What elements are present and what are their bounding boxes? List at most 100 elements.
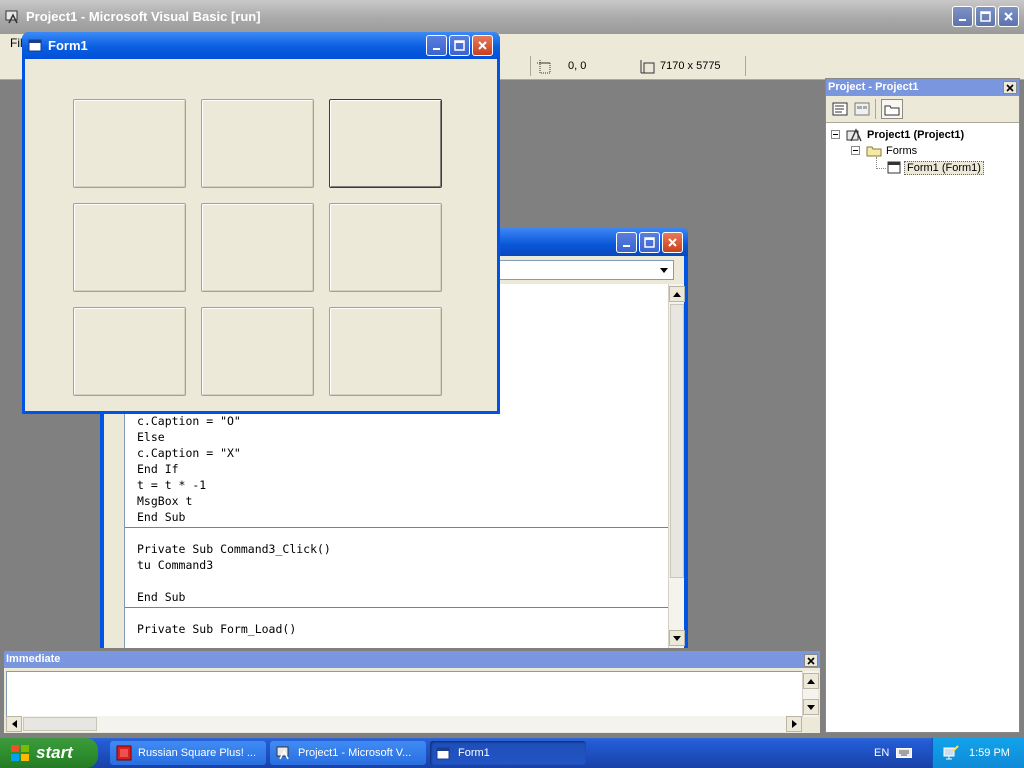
close-icon [1004, 12, 1013, 21]
toggle-folders-button[interactable] [881, 99, 903, 119]
form-icon [436, 747, 450, 759]
size-readout: 7170 x 5775 [660, 60, 721, 72]
scroll-right-icon[interactable] [786, 716, 802, 732]
form1-client-area [25, 59, 497, 411]
clock[interactable]: 1:59 PM [969, 747, 1010, 759]
scroll-down-icon[interactable] [803, 699, 819, 715]
size-icon [640, 59, 656, 75]
keyboard-icon[interactable] [896, 747, 912, 759]
procedure-separator [125, 607, 669, 608]
code-line: End Sub [137, 510, 186, 524]
form1-minimize-button[interactable] [426, 35, 447, 56]
task-vb-ide[interactable]: Project1 - Microsoft V... [270, 741, 426, 765]
code-maximize-button[interactable] [639, 232, 660, 253]
immediate-window: Immediate [4, 651, 820, 733]
scroll-thumb[interactable] [23, 717, 97, 731]
scroll-up-icon[interactable] [803, 673, 819, 689]
ide-title-bar: Project1 - Microsoft Visual Basic [run] [0, 0, 1024, 34]
minimize-icon [432, 47, 440, 50]
code-line: End Sub [137, 590, 186, 604]
project-icon [846, 127, 863, 142]
game-app-icon [116, 745, 132, 761]
close-icon [478, 41, 487, 50]
ide-maximize-button[interactable] [975, 6, 996, 27]
minimize-icon [622, 244, 630, 247]
code-line: Else [137, 430, 165, 444]
task-form1[interactable]: Form1 [430, 741, 586, 765]
project-explorer-close-button[interactable] [1003, 81, 1017, 94]
toolbar-separator [745, 56, 746, 76]
code-line: c.Caption = "X" [137, 446, 241, 460]
immediate-horizontal-scrollbar[interactable] [6, 716, 802, 732]
scroll-down-icon[interactable] [669, 630, 685, 646]
code-line: Private Sub Form_Load() [137, 622, 297, 636]
code-line: c.Caption = "O" [137, 414, 241, 428]
chevron-down-icon [657, 263, 671, 277]
view-code-icon[interactable] [832, 102, 848, 116]
project-explorer-toolbar [826, 96, 1019, 123]
code-line: End If [137, 462, 179, 476]
immediate-input[interactable] [6, 671, 804, 717]
code-line: MsgBox t [137, 494, 193, 508]
form1-title: Form1 [48, 38, 88, 53]
task-russian-square[interactable]: Russian Square Plus! ... [110, 741, 266, 765]
immediate-close-button[interactable] [804, 654, 818, 667]
scroll-left-icon[interactable] [6, 716, 22, 732]
code-line: t = t * -1 [137, 478, 207, 492]
form1-title-bar[interactable]: Form1 [22, 32, 500, 59]
immediate-vertical-scrollbar[interactable] [802, 671, 819, 717]
minimize-icon [958, 18, 966, 21]
grid-button-1[interactable] [73, 99, 186, 188]
position-readout: 0, 0 [568, 60, 587, 72]
project-explorer-header: Project - Project1 [826, 79, 1019, 96]
toolbar-separator [530, 56, 531, 76]
view-object-icon[interactable] [854, 102, 870, 116]
maximize-icon [644, 237, 655, 248]
form1-close-button[interactable] [472, 35, 493, 56]
grid-button-4[interactable] [73, 203, 186, 292]
form-icon [28, 39, 42, 52]
taskbar: start Russian Square Plus! ... Project1 … [0, 738, 1024, 768]
start-button[interactable]: start [0, 738, 98, 768]
windows-logo-icon [11, 745, 29, 761]
ide-minimize-button[interactable] [952, 6, 973, 27]
tree-item-form1[interactable]: Form1 (Form1) [904, 161, 984, 175]
close-icon [807, 656, 815, 665]
form1-maximize-button[interactable] [449, 35, 470, 56]
ide-close-button[interactable] [998, 6, 1019, 27]
immediate-title: Immediate [6, 653, 61, 665]
toolbar-separator [875, 99, 876, 119]
immediate-header: Immediate [4, 651, 820, 668]
code-vertical-scrollbar[interactable] [668, 284, 685, 648]
maximize-icon [980, 11, 991, 22]
procedure-separator [125, 527, 669, 528]
network-icon[interactable] [943, 745, 959, 761]
grid-button-8[interactable] [201, 307, 314, 396]
form-item-icon [887, 161, 901, 174]
position-icon [537, 60, 551, 74]
tree-collapse-forms[interactable] [851, 146, 860, 155]
tree-item-project[interactable]: Project1 (Project1) [867, 129, 964, 141]
grid-button-6[interactable] [329, 203, 442, 292]
code-line: Private Sub Command3_Click() [137, 542, 331, 556]
grid-button-3[interactable] [329, 99, 442, 188]
scroll-thumb[interactable] [670, 304, 684, 578]
tree-item-forms[interactable]: Forms [886, 145, 917, 157]
language-indicator[interactable]: EN [874, 747, 889, 759]
task-label: Project1 - Microsoft V... [298, 747, 412, 759]
code-close-button[interactable] [662, 232, 683, 253]
close-icon [1006, 83, 1014, 92]
project-explorer-title: Project - Project1 [828, 81, 919, 93]
grid-button-7[interactable] [73, 307, 186, 396]
grid-button-9[interactable] [329, 307, 442, 396]
task-label: Form1 [458, 747, 490, 759]
ide-title: Project1 - Microsoft Visual Basic [run] [26, 9, 261, 24]
maximize-icon [454, 40, 465, 51]
scroll-up-icon[interactable] [669, 286, 685, 302]
folder-icon [884, 105, 900, 115]
tree-collapse-project[interactable] [831, 130, 840, 139]
vb-app-icon [276, 746, 289, 760]
code-minimize-button[interactable] [616, 232, 637, 253]
grid-button-2[interactable] [201, 99, 314, 188]
grid-button-5[interactable] [201, 203, 314, 292]
